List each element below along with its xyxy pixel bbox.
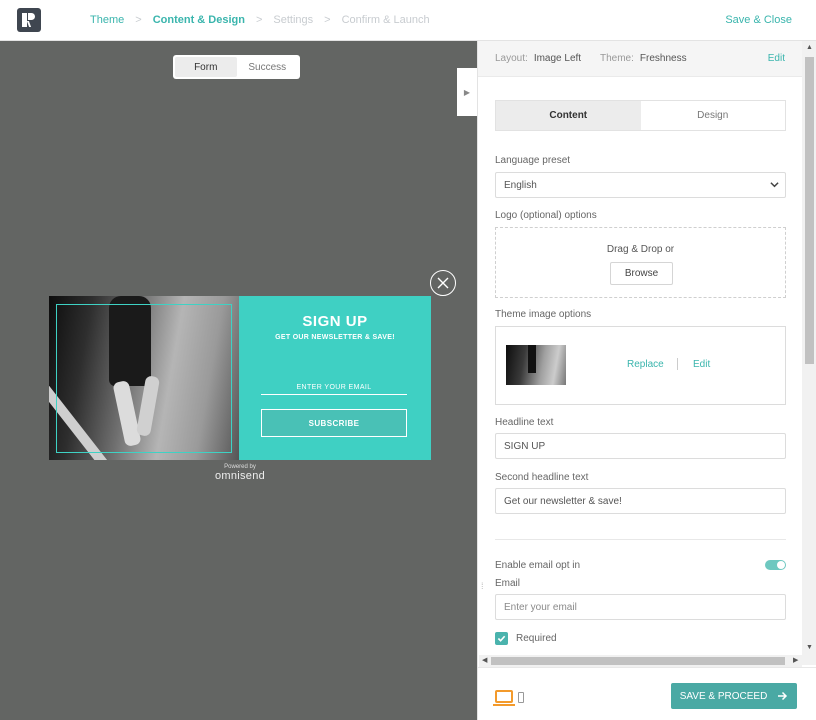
- wizard-steps: Theme > Content & Design > Settings > Co…: [90, 14, 430, 26]
- vertical-scrollbar[interactable]: ▲ ▼: [802, 41, 816, 665]
- step-settings: Settings: [273, 14, 314, 26]
- theme-image-box: Replace Edit: [495, 326, 786, 405]
- chevron-right-icon: >: [324, 14, 331, 26]
- section-divider: [495, 539, 786, 540]
- language-preset-value: English: [504, 179, 537, 191]
- desktop-view-icon[interactable]: [493, 690, 515, 706]
- theme-label: Theme:: [600, 53, 634, 64]
- step-theme[interactable]: Theme: [90, 14, 124, 26]
- panel-header: Layout: Image Left Theme: Freshness Edit: [478, 41, 802, 77]
- close-icon: [437, 277, 449, 289]
- chevron-right-icon: >: [135, 14, 142, 26]
- scroll-down-icon[interactable]: ▼: [806, 644, 813, 651]
- headline-text-input[interactable]: SIGN UP: [495, 433, 786, 459]
- replace-image-link[interactable]: Replace: [627, 359, 664, 370]
- required-label: Required: [516, 633, 557, 644]
- omnisend-logo-icon[interactable]: [17, 8, 41, 32]
- layout-edit-link[interactable]: Edit: [768, 53, 785, 64]
- save-proceed-button[interactable]: SAVE & PROCEED: [671, 683, 797, 709]
- second-headline-label: Second headline text: [495, 472, 589, 483]
- popup-subheadline: GET OUR NEWSLETTER & SAVE!: [275, 334, 395, 341]
- popup-subscribe-button[interactable]: SUBSCRIBE: [261, 409, 407, 437]
- tab-content[interactable]: Content: [496, 101, 641, 130]
- layout-info: Layout: Image Left: [495, 53, 581, 64]
- theme-value: Freshness: [639, 53, 687, 64]
- mobile-view-icon[interactable]: [518, 692, 524, 703]
- headline-text-value: SIGN UP: [504, 440, 546, 452]
- brand-name: omnisend: [214, 470, 266, 482]
- email-placeholder-input[interactable]: Enter your email: [495, 594, 786, 620]
- preview-area: Form Success ▶ SIGN UP GET OUR NEWSLETTE…: [0, 41, 477, 720]
- language-preset-select[interactable]: English: [495, 172, 786, 198]
- tab-design[interactable]: Design: [641, 101, 786, 130]
- drag-drop-text: Drag & Drop or: [606, 244, 675, 255]
- settings-panel: Layout: Image Left Theme: Freshness Edit C…: [477, 41, 816, 720]
- theme-image-label: Theme image options: [495, 309, 592, 320]
- step-content-design[interactable]: Content & Design: [153, 14, 245, 26]
- browse-button[interactable]: Browse: [610, 262, 673, 285]
- chevron-down-icon: [770, 180, 779, 191]
- signup-popup: SIGN UP GET OUR NEWSLETTER & SAVE! ENTER…: [49, 296, 431, 460]
- content-design-tabs: Content Design: [495, 100, 786, 131]
- arrow-right-icon: [778, 691, 788, 701]
- scroll-left-icon[interactable]: ◀: [482, 656, 487, 664]
- scroll-up-icon[interactable]: ▲: [806, 44, 813, 51]
- theme-image-thumbnail: [506, 345, 566, 385]
- form-toggle-button[interactable]: Form: [175, 57, 237, 77]
- save-close-link[interactable]: Save & Close: [725, 14, 792, 26]
- checkmark-icon: [497, 635, 506, 642]
- email-opt-in-toggle[interactable]: [765, 560, 786, 570]
- scroll-right-icon[interactable]: ▶: [793, 656, 798, 664]
- required-checkbox[interactable]: [495, 632, 508, 645]
- layout-label: Layout:: [495, 53, 528, 64]
- email-placeholder-value: Enter your email: [504, 601, 577, 613]
- caret-right-icon: ▶: [463, 87, 471, 97]
- success-toggle-button[interactable]: Success: [237, 57, 299, 77]
- horizontal-scrollbar[interactable]: ◀ ▶: [479, 655, 802, 667]
- popup-form: SIGN UP GET OUR NEWSLETTER & SAVE! ENTER…: [239, 296, 431, 460]
- layout-value: Image Left: [533, 53, 582, 64]
- top-bar: Theme > Content & Design > Settings > Co…: [0, 0, 816, 41]
- popup-theme-image: [49, 296, 239, 460]
- second-headline-value: Get our newsletter & save!: [504, 495, 622, 507]
- email-opt-in-label: Enable email opt in: [495, 560, 581, 571]
- logo-dropzone[interactable]: Drag & Drop or Browse: [495, 227, 786, 298]
- email-label: Email: [495, 578, 521, 589]
- popup-headline: SIGN UP: [302, 313, 368, 330]
- popup-close-button[interactable]: [430, 270, 456, 296]
- step-confirm-launch: Confirm & Launch: [341, 14, 430, 26]
- collapse-panel-button[interactable]: ▶: [457, 68, 477, 116]
- headline-text-label: Headline text: [495, 417, 554, 428]
- popup-email-input[interactable]: ENTER YOUR EMAIL: [261, 384, 407, 395]
- logo-options-label: Logo (optional) options: [495, 210, 597, 221]
- scrollbar-thumb[interactable]: [805, 57, 814, 364]
- chevron-right-icon: >: [255, 14, 263, 26]
- second-headline-input[interactable]: Get our newsletter & save!: [495, 488, 786, 514]
- powered-by: Powered by omnisend: [190, 464, 290, 482]
- theme-info: Theme: Freshness: [600, 53, 687, 64]
- save-proceed-label: SAVE & PROCEED: [679, 690, 768, 702]
- drag-handle-icon[interactable]: ⁞: [481, 582, 485, 591]
- h-scrollbar-thumb[interactable]: [491, 657, 785, 665]
- divider: [677, 358, 678, 370]
- panel-footer: SAVE & PROCEED: [478, 667, 816, 720]
- language-preset-label: Language preset: [495, 155, 571, 166]
- edit-image-link[interactable]: Edit: [693, 359, 710, 370]
- form-success-toggle: Form Success: [173, 55, 300, 79]
